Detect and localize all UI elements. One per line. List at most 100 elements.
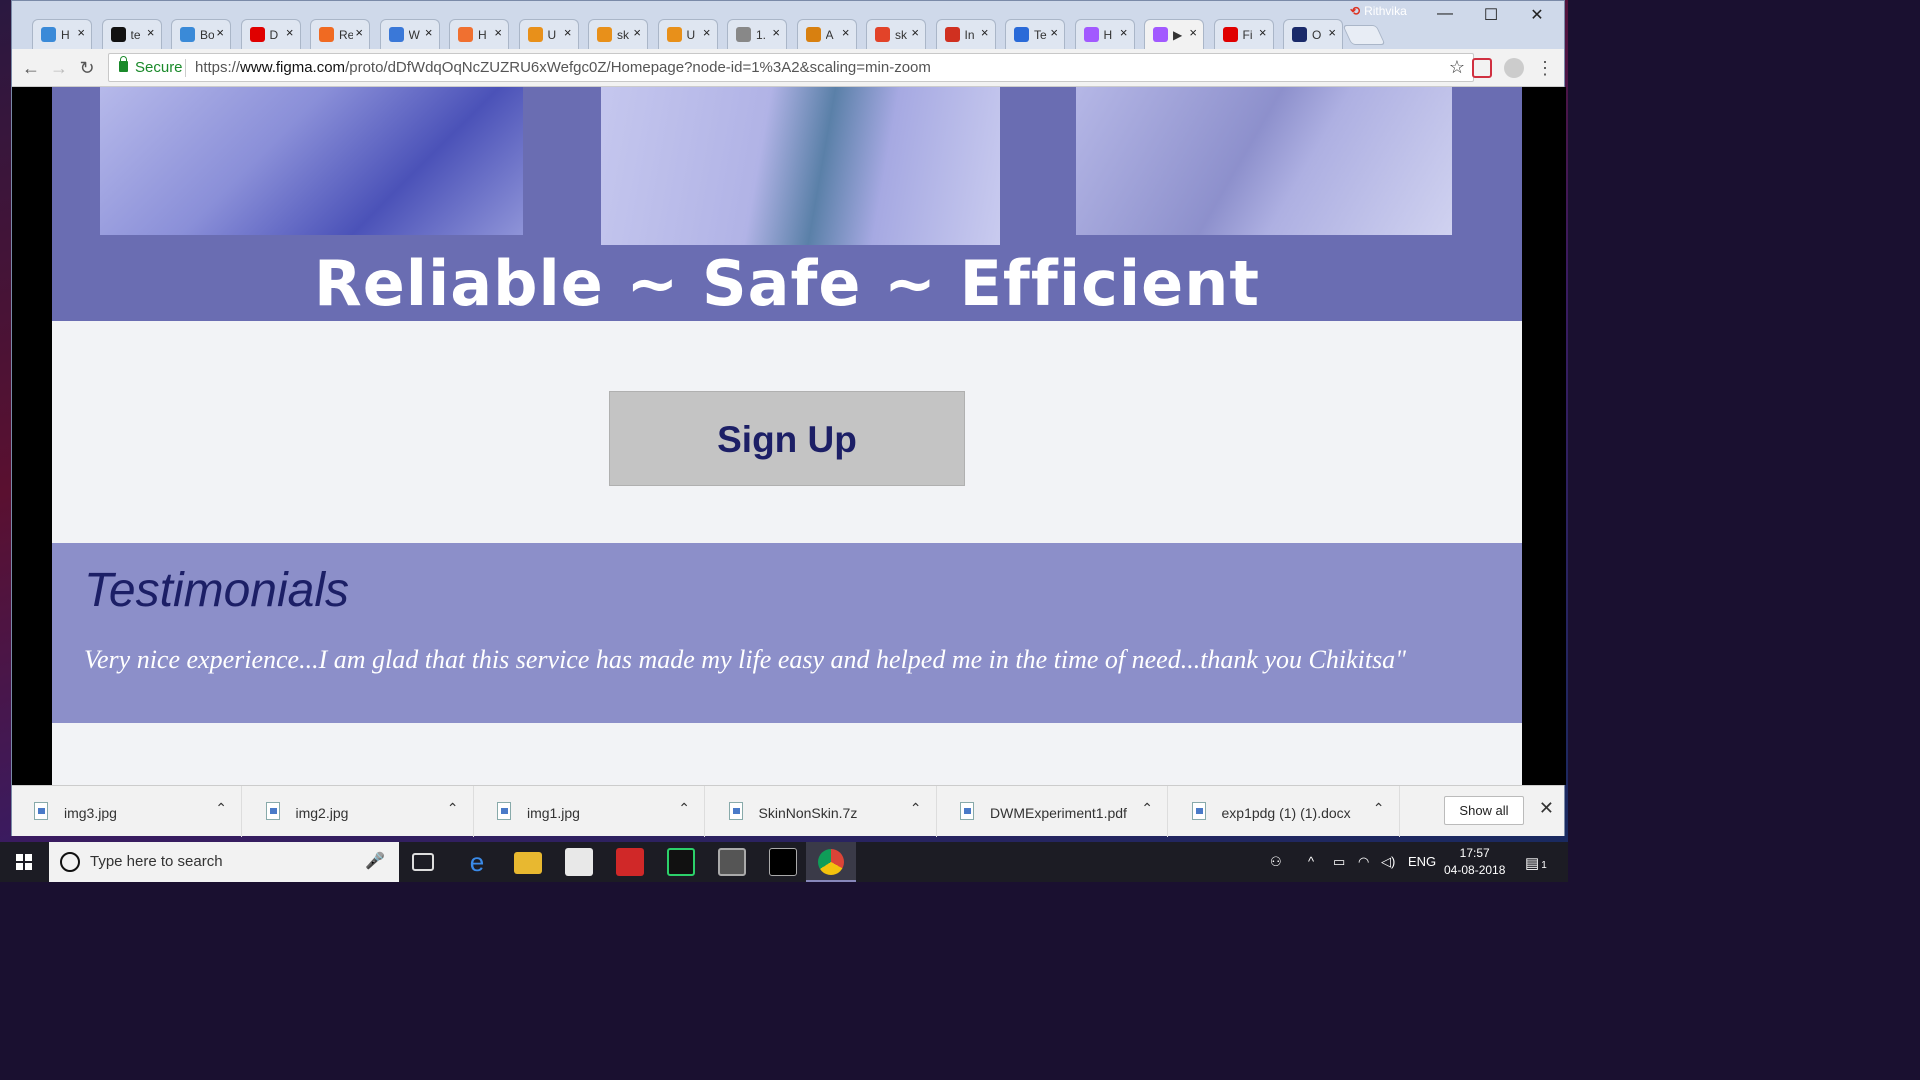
wifi-icon[interactable]: ◠ (1358, 854, 1369, 870)
chevron-up-icon[interactable]: ⌃ (678, 800, 690, 817)
close-tab-icon[interactable]: × (1050, 25, 1058, 40)
close-tab-icon[interactable]: × (1189, 25, 1197, 40)
browser-tab[interactable]: D × (240, 19, 301, 49)
reload-button[interactable]: ↻ (74, 55, 100, 81)
close-tab-icon[interactable]: × (494, 25, 502, 40)
download-item[interactable]: DWMExperiment1.pdf ⌃ (938, 786, 1168, 837)
download-item[interactable]: SkinNonSkin.7z ⌃ (707, 786, 937, 837)
taskbar-search[interactable]: Type here to search 🎤 (49, 842, 399, 882)
terminal-icon[interactable] (769, 848, 797, 876)
browser-tab[interactable]: In × (935, 19, 996, 49)
file-explorer-icon[interactable] (514, 852, 542, 874)
download-filename: DWMExperiment1.pdf (990, 805, 1127, 821)
extension-circle-icon[interactable] (1504, 58, 1524, 78)
browser-tab[interactable]: sk × (588, 19, 648, 49)
chevron-up-icon[interactable]: ⌃ (215, 800, 227, 817)
close-tab-icon[interactable]: × (911, 25, 919, 40)
browser-tab[interactable]: A × (796, 19, 857, 49)
browser-tab[interactable]: H × (449, 19, 509, 49)
tray-chevron-icon[interactable]: ^ (1308, 854, 1314, 869)
close-tab-icon[interactable]: × (1328, 25, 1336, 40)
store-icon[interactable] (565, 848, 593, 876)
close-tab-icon[interactable]: × (355, 25, 363, 40)
ring-icon (458, 27, 473, 42)
browser-tab[interactable]: ▶ × (1144, 19, 1204, 49)
forward-button[interactable]: → (46, 55, 72, 81)
volume-icon[interactable]: ◁) (1381, 854, 1395, 870)
chevron-up-icon[interactable]: ⌃ (910, 800, 922, 817)
start-button[interactable] (0, 842, 48, 882)
language-indicator[interactable]: ENG (1408, 854, 1436, 869)
youtube-icon (249, 27, 265, 42)
browser-tab[interactable]: W × (379, 19, 440, 49)
app-window-icon[interactable] (718, 848, 746, 876)
browser-tab[interactable]: te × (101, 19, 162, 49)
browser-tab[interactable]: U × (518, 19, 579, 49)
address-bar[interactable]: Secure https://www.figma.com/proto/dDfWd… (108, 53, 1474, 82)
chevron-up-icon[interactable]: ⌃ (1373, 800, 1385, 817)
browser-tab[interactable]: Re × (310, 19, 370, 49)
browser-tab[interactable]: Bo × (171, 19, 231, 49)
download-item[interactable]: img3.jpg ⌃ (12, 786, 242, 837)
people-icon[interactable]: ⚇ (1270, 854, 1282, 870)
tab-label: Re (339, 28, 353, 42)
maximize-button[interactable]: ☐ (1468, 5, 1514, 25)
chrome-icon[interactable] (818, 849, 844, 875)
browser-window: ⟲ Rithvika — ☐ ✕ H × te × Bo × D × Re × W × H × U × sk × U ×… (11, 0, 1566, 837)
hands-image (1076, 87, 1452, 235)
edge-icon[interactable]: e (463, 848, 491, 876)
battery-icon[interactable]: ▭ (1333, 854, 1345, 870)
sign-up-button[interactable]: Sign Up (609, 391, 965, 486)
close-tab-icon[interactable]: × (564, 25, 572, 40)
file-icon (1191, 802, 1206, 820)
tab-label: ▶ (1173, 28, 1183, 42)
close-tab-icon[interactable]: × (772, 25, 780, 40)
browser-tab[interactable]: sk × (866, 19, 926, 49)
close-tab-icon[interactable]: × (1259, 25, 1267, 40)
notifications-icon[interactable]: ▤ 1 (1525, 854, 1547, 872)
windows-taskbar: Type here to search 🎤 e ⚇ ^ ▭ ◠ ◁) ENG 1… (0, 842, 1568, 882)
close-tab-icon[interactable]: × (981, 25, 989, 40)
back-button[interactable]: ← (18, 55, 44, 81)
browser-tab[interactable]: H × (32, 19, 92, 49)
url-text[interactable]: https://www.figma.com/proto/dDfWdqOqNcZU… (195, 59, 931, 76)
file-icon (728, 802, 743, 820)
browser-tab[interactable]: O × (1283, 19, 1343, 49)
minimize-button[interactable]: — (1422, 5, 1468, 23)
tab-label: U (547, 28, 557, 42)
task-view-icon[interactable] (412, 853, 434, 871)
bookmark-star-icon[interactable]: ☆ (1449, 57, 1465, 78)
menu-icon[interactable]: ⋮ (1532, 55, 1558, 81)
profile-badge[interactable]: ⟲ Rithvika (1350, 4, 1407, 18)
close-tab-icon[interactable]: × (286, 25, 294, 40)
download-item[interactable]: exp1pdg (1) (1).docx ⌃ (1170, 786, 1400, 837)
browser-tab[interactable]: 1. × (727, 19, 787, 49)
close-tab-icon[interactable]: × (77, 25, 85, 40)
browser-tab[interactable]: H × (1074, 19, 1135, 49)
pycharm-icon[interactable] (667, 848, 695, 876)
chevron-up-icon[interactable]: ⌃ (1141, 800, 1153, 817)
chevron-up-icon[interactable]: ⌃ (447, 800, 459, 817)
close-shelf-icon[interactable]: ✕ (1539, 798, 1554, 819)
pocket-extension-icon[interactable] (1472, 58, 1492, 78)
close-tab-icon[interactable]: × (216, 25, 224, 40)
close-tab-icon[interactable]: × (703, 25, 711, 40)
download-item[interactable]: img2.jpg ⌃ (244, 786, 474, 837)
browser-tab[interactable]: Te × (1005, 19, 1065, 49)
close-tab-icon[interactable]: × (633, 25, 641, 40)
browser-tab[interactable]: U × (657, 19, 718, 49)
clock[interactable]: 17:57 04-08-2018 (1444, 845, 1505, 879)
microphone-icon[interactable]: 🎤 (365, 851, 385, 871)
show-all-button[interactable]: Show all (1444, 796, 1524, 825)
new-tab-button[interactable] (1342, 25, 1386, 45)
close-tab-icon[interactable]: × (1120, 25, 1128, 40)
close-tab-icon[interactable]: × (147, 25, 155, 40)
downloads-shelf: Show all ✕ img3.jpg ⌃ img2.jpg ⌃ img1.jpg ⌃ Sk… (12, 785, 1564, 837)
download-item[interactable]: img1.jpg ⌃ (475, 786, 705, 837)
close-tab-icon[interactable]: × (425, 25, 433, 40)
docs-icon (1014, 27, 1029, 42)
close-tab-icon[interactable]: × (842, 25, 850, 40)
browser-tab[interactable]: Fi × (1213, 19, 1274, 49)
gift-app-icon[interactable] (616, 848, 644, 876)
close-window-button[interactable]: ✕ (1514, 5, 1560, 25)
